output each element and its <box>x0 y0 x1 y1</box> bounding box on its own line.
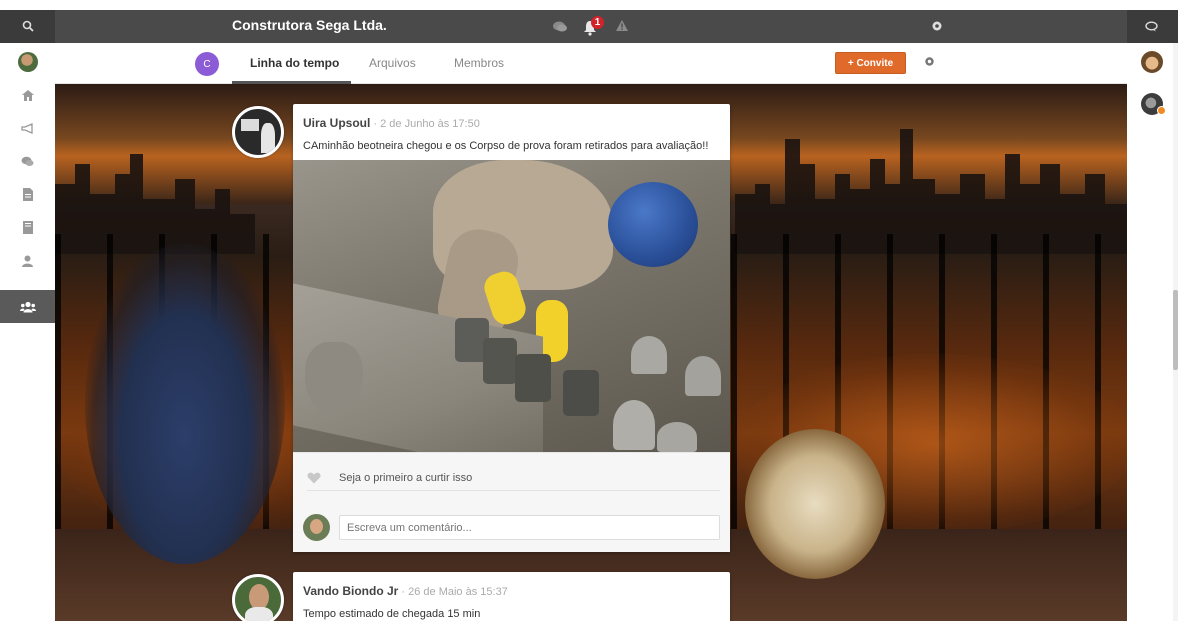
group-icon <box>19 301 36 312</box>
avatar-image <box>245 607 273 621</box>
post-text: Tempo estimado de chegada 15 min <box>303 608 481 620</box>
status-badge <box>1157 106 1166 115</box>
post-author-name[interactable]: Uira Upsoul <box>303 116 370 130</box>
avatar <box>17 51 38 72</box>
sidebar-item-home[interactable] <box>0 79 55 112</box>
notification-badge: 1 <box>591 16 604 29</box>
sidebar-item-profile-avatar[interactable] <box>0 45 55 78</box>
post-author-name[interactable]: Vando Biondo Jr <box>303 584 398 598</box>
post-author-avatar[interactable] <box>232 106 284 158</box>
post-timestamp[interactable]: · 2 de Junho às 17:50 <box>370 118 479 130</box>
sidebar-item-announcements[interactable] <box>0 112 55 145</box>
scrollbar-thumb[interactable] <box>1173 290 1178 370</box>
notebook-icon <box>22 221 33 234</box>
photo-mold <box>685 356 721 396</box>
photo-mold <box>515 354 551 402</box>
post-author-avatar[interactable] <box>232 574 284 621</box>
avatar-image <box>261 123 275 153</box>
photo-mold <box>631 336 667 374</box>
post-footer: Seja o primeiro a curtir isso <box>293 452 730 552</box>
contact-avatar[interactable] <box>1141 51 1163 73</box>
photo-bucket <box>305 342 363 414</box>
photo-mold <box>483 338 517 384</box>
post-photo[interactable] <box>293 160 730 452</box>
timeline-post: Uira Upsoul · 2 de Junho às 17:50 CAminh… <box>293 104 730 552</box>
photo-mold <box>613 400 655 450</box>
tab-timeline[interactable]: Linha do tempo <box>250 56 339 70</box>
sidebar-item-notes[interactable] <box>0 211 55 244</box>
app-title: Construtora Sega Ltda. <box>232 17 387 33</box>
group-settings-icon[interactable] <box>924 56 935 67</box>
megaphone-icon <box>20 123 33 134</box>
heart-icon[interactable] <box>307 472 321 484</box>
likes-text[interactable]: Seja o primeiro a curtir isso <box>339 472 472 484</box>
notifications-button[interactable]: 1 <box>583 16 607 38</box>
invite-button[interactable]: + Convite <box>835 52 906 74</box>
chat-toggle-button[interactable] <box>1127 10 1178 43</box>
sidebar-item-groups[interactable] <box>0 290 55 323</box>
photo-mold <box>563 370 599 416</box>
comment-avatar <box>303 514 330 541</box>
document-icon <box>22 188 33 201</box>
avatar-image <box>241 119 259 131</box>
chat-toggle-icon <box>1145 21 1158 32</box>
post-timestamp[interactable]: · 26 de Maio às 15:37 <box>398 586 507 598</box>
like-row: Seja o primeiro a curtir isso <box>307 465 720 491</box>
group-avatar[interactable]: C <box>195 52 219 76</box>
top-bar: Construtora Sega Ltda. 1 <box>0 10 1178 43</box>
tab-members[interactable]: Membros <box>454 56 504 70</box>
gear-icon[interactable] <box>931 20 943 32</box>
left-sidebar <box>0 43 55 621</box>
photo-mold <box>657 422 697 452</box>
right-sidebar <box>1127 43 1178 621</box>
avatar-image <box>310 519 323 534</box>
sidebar-item-profile[interactable] <box>0 244 55 277</box>
chat-icon <box>21 156 34 166</box>
cover-basket-table <box>745 429 885 579</box>
home-icon <box>21 90 34 101</box>
cover-person <box>85 244 285 564</box>
active-tab-indicator <box>232 81 351 84</box>
user-icon <box>22 255 33 267</box>
tab-files[interactable]: Arquivos <box>369 56 416 70</box>
comment-input[interactable] <box>339 515 720 540</box>
sidebar-item-documents[interactable] <box>0 178 55 211</box>
alert-icon[interactable] <box>615 19 629 32</box>
timeline-post: Vando Biondo Jr · 26 de Maio às 15:37 Te… <box>293 572 730 621</box>
search-button[interactable] <box>0 10 55 43</box>
group-nav: C Linha do tempo Arquivos Membros + Conv… <box>55 43 1127 84</box>
sidebar-item-chat[interactable] <box>0 145 55 178</box>
search-icon <box>22 20 34 32</box>
photo-helmet <box>608 182 698 267</box>
chat-icon[interactable] <box>552 20 568 33</box>
post-text: CAminhão beotneira chegou e os Corpso de… <box>303 140 709 152</box>
